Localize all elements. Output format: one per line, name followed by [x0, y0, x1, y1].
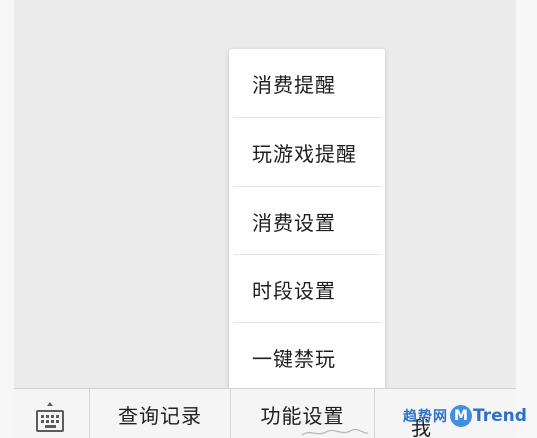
handwritten-mark [301, 428, 369, 436]
menu-item-gaming-reminder[interactable]: 玩游戏提醒 [229, 118, 385, 186]
keyboard-icon [36, 410, 64, 432]
menu-item-spending-reminder[interactable]: 消费提醒 [229, 49, 385, 117]
function-settings-menu: 消费提醒 玩游戏提醒 消费设置 时段设置 一键禁玩 [229, 49, 385, 390]
keyboard-toggle-button[interactable] [14, 389, 90, 438]
caret-up-icon [47, 402, 53, 406]
menu-item-label: 消费设置 [252, 210, 336, 235]
watermark-en-text: Trend [473, 406, 527, 426]
watermark-logo: M [450, 405, 472, 427]
menu-item-label: 时段设置 [252, 278, 336, 303]
menu-item-label: 一键禁玩 [252, 346, 336, 371]
right-edge [516, 0, 537, 438]
tab-label: 功能设置 [260, 403, 345, 428]
menu-item-one-click-ban[interactable]: 一键禁玩 [229, 323, 385, 390]
menu-item-time-settings[interactable]: 时段设置 [229, 255, 385, 323]
menu-item-label: 玩游戏提醒 [252, 141, 357, 166]
menu-item-spending-settings[interactable]: 消费设置 [229, 187, 385, 255]
tab-query-records[interactable]: 查询记录 [90, 389, 231, 438]
left-edge [0, 0, 14, 438]
trend-watermark: 趋势网 M Trend [403, 404, 527, 428]
tab-label: 查询记录 [118, 403, 202, 428]
watermark-cn-text: 趋势网 [403, 409, 448, 425]
wechat-screen: 消费提醒 玩游戏提醒 消费设置 时段设置 一键禁玩 查询记录 功能设置 我 趋势… [0, 0, 537, 438]
menu-item-label: 消费提醒 [252, 72, 336, 97]
